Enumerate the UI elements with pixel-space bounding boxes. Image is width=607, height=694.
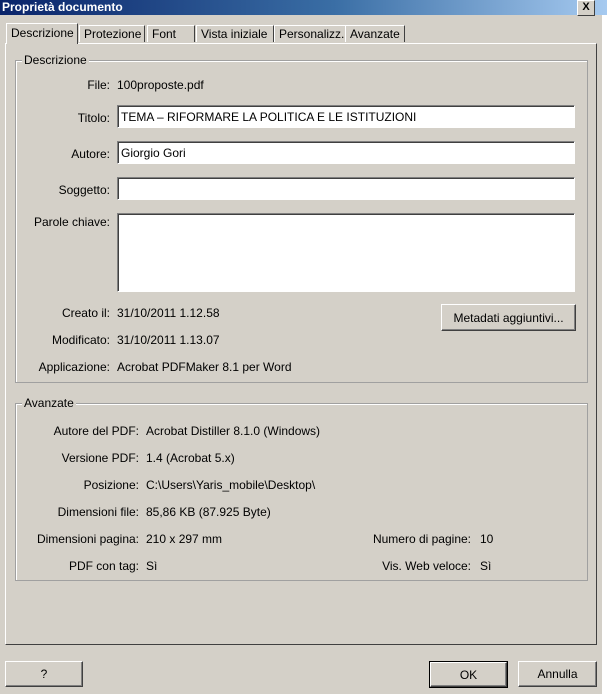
keywords-label: Parole chiave: <box>33 215 110 229</box>
advanced-group: Avanzate Autore del PDF: Acrobat Distill… <box>15 396 588 581</box>
title-field[interactable] <box>117 105 575 128</box>
title-bar[interactable]: Proprietà documento X <box>0 0 607 16</box>
tab-vista-iniziale[interactable]: Vista iniziale <box>196 25 274 42</box>
subject-label: Soggetto: <box>58 183 110 197</box>
tagged-pdf-value: Sì <box>146 559 158 573</box>
author-label: Autore: <box>71 147 110 161</box>
subject-field[interactable] <box>117 177 575 200</box>
author-field[interactable] <box>117 141 575 164</box>
document-properties-dialog: Proprietà documento X Descrizione Protez… <box>0 0 607 694</box>
window-edge <box>602 15 607 694</box>
file-size-value: 85,86 KB (87.925 Byte) <box>146 505 271 519</box>
tagged-pdf-label: PDF con tag: <box>68 559 139 573</box>
location-value: C:\Users\Yaris_mobile\Desktop\ <box>146 478 316 492</box>
tab-descrizione[interactable]: Descrizione <box>6 23 78 44</box>
description-group-label: Descrizione <box>22 53 89 67</box>
close-button[interactable]: X <box>577 0 595 16</box>
pdf-version-label: Versione PDF: <box>61 451 139 465</box>
advanced-group-label: Avanzate <box>22 396 76 410</box>
help-button[interactable]: ? <box>5 661 83 687</box>
additional-metadata-button[interactable]: Metadati aggiuntivi... <box>441 304 576 331</box>
page-count-label: Numero di pagine: <box>372 532 471 546</box>
cancel-button[interactable]: Annulla <box>518 661 597 687</box>
fast-web-view-value: Sì <box>480 559 492 573</box>
tab-font[interactable]: Font <box>147 25 195 42</box>
application-label: Applicazione: <box>38 360 110 374</box>
file-label: File: <box>87 78 110 92</box>
window-title: Proprietà documento <box>2 0 123 14</box>
application-value: Acrobat PDFMaker 8.1 per Word <box>117 360 292 374</box>
created-label: Creato il: <box>61 306 110 320</box>
page-size-label: Dimensioni pagina: <box>36 532 139 546</box>
pdf-producer-value: Acrobat Distiller 8.1.0 (Windows) <box>146 424 321 438</box>
close-icon: X <box>582 1 590 13</box>
file-size-label: Dimensioni file: <box>57 505 139 519</box>
tab-panel-descrizione: Descrizione File: 100proposte.pdf Titolo… <box>5 43 597 645</box>
pdf-version-value: 1.4 (Acrobat 5.x) <box>146 451 235 465</box>
ok-button[interactable]: OK <box>429 661 508 688</box>
modified-label: Modificato: <box>51 333 110 347</box>
page-size-value: 210 x 297 mm <box>146 532 223 546</box>
description-group: Descrizione File: 100proposte.pdf Titolo… <box>15 53 588 383</box>
page-count-value: 10 <box>480 532 494 546</box>
tab-protezione[interactable]: Protezione <box>79 25 145 42</box>
pdf-producer-label: Autore del PDF: <box>53 424 139 438</box>
modified-value: 31/10/2011 1.13.07 <box>117 333 220 347</box>
file-value: 100proposte.pdf <box>117 78 204 92</box>
created-value: 31/10/2011 1.12.58 <box>117 306 220 320</box>
location-label: Posizione: <box>83 478 139 492</box>
tab-personalizz[interactable]: Personalizz. <box>274 25 347 42</box>
fast-web-view-label: Vis. Web veloce: <box>382 559 471 573</box>
keywords-field[interactable] <box>117 213 575 292</box>
title-label: Titolo: <box>77 111 110 125</box>
tab-avanzate[interactable]: Avanzate <box>345 25 405 42</box>
